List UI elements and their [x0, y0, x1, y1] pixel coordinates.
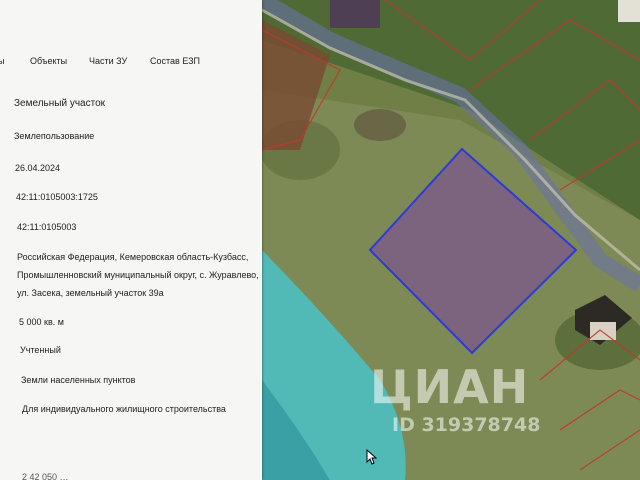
mouse-cursor-icon [366, 449, 378, 465]
address: Российская Федерация, Кемеровская област… [17, 252, 259, 298]
status: Учтенный [20, 345, 61, 355]
cadastral-number[interactable]: 42:11:0105003:1725 [16, 192, 98, 202]
tab-info[interactable]: ы [0, 56, 4, 66]
tab-objects[interactable]: Объекты [30, 56, 67, 66]
dark-patch [354, 109, 406, 141]
watermark-logo: ЦИАН [370, 360, 530, 414]
cut-off-value: 2 42 050 … [22, 472, 69, 480]
cadastral-quarter[interactable]: 42:11:0105003 [17, 222, 76, 232]
watermark-id: ID 319378748 [392, 414, 541, 436]
house-wall [590, 322, 616, 340]
area: 5 000 кв. м [19, 317, 64, 327]
panel-tabs: ы Объекты Части ЗУ Состав ЕЗП [0, 52, 262, 74]
object-type: Земельный участок [14, 98, 106, 109]
house-roof [330, 0, 380, 28]
land-category: Земли населенных пунктов [21, 375, 136, 385]
object-category: Землепользование [14, 131, 95, 141]
tab-ezp-composition[interactable]: Состав ЕЗП [150, 56, 200, 66]
permitted-use: Для индивидуального жилищного строительс… [22, 404, 226, 414]
info-panel: ы Объекты Части ЗУ Состав ЕЗП Земельный … [0, 0, 262, 480]
house-roof [618, 0, 640, 22]
tab-parts[interactable]: Части ЗУ [89, 56, 127, 66]
registration-date: 26.04.2024 [15, 163, 61, 173]
